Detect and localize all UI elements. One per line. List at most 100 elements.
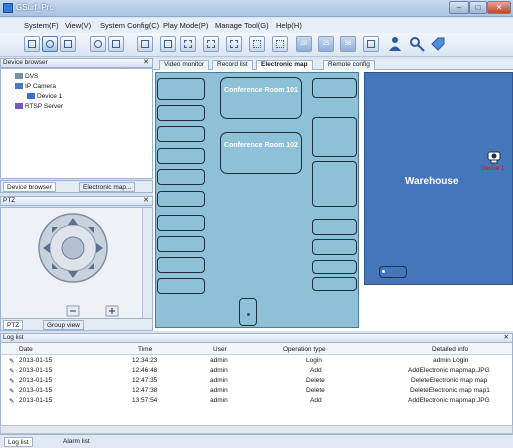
tab-label: Group view [47,322,80,329]
layout-9-icon[interactable] [249,36,265,52]
tab-group-view[interactable]: Group view [43,320,84,330]
camera-icon[interactable] [486,148,504,164]
tree-node-dvs[interactable]: DVS [15,73,38,80]
tree-node-rtsp-server[interactable]: RTSP Server [15,103,63,110]
log-list-title: Log list [3,334,24,341]
monitor-tool-icon[interactable] [363,36,379,52]
table-row[interactable]: ✎ 2013-01-15 13:57:54 admin Add AddElect… [1,397,512,407]
fullscreen-tool-icon[interactable] [137,36,153,52]
minimize-button[interactable]: – [449,1,469,14]
layout-8-icon[interactable] [226,36,242,52]
log-horizontal-scrollbar[interactable] [0,425,513,434]
search-icon[interactable] [409,36,425,52]
layout-20-button[interactable]: 20 [296,36,312,52]
room[interactable] [312,260,357,274]
window-title: GSurf_Pro [16,3,54,12]
cell-date: 2013-01-15 [19,397,53,404]
room[interactable] [157,78,205,100]
device-marker-icon[interactable] [382,270,385,273]
capture-tool-icon[interactable] [108,36,124,52]
device-marker-icon[interactable] [247,313,250,316]
layout-6-icon[interactable] [203,36,219,52]
cell-operation: Delete [306,377,325,384]
col-date[interactable]: Date [19,346,33,353]
tree-node-ip-camera[interactable]: IP Camera [15,83,56,90]
maximize-button[interactable]: □ [469,1,487,14]
menu-bar: System(F) View(V) System Config(C) Play … [0,18,513,33]
table-row[interactable]: ✎ 2013-01-15 12:47:35 admin Delete Delet… [1,377,512,387]
settings-tool-icon[interactable] [90,36,106,52]
conference-room-102[interactable]: Conference Room 102 [220,132,302,174]
room[interactable] [312,277,357,291]
cell-info: DeleteElectronic map map [411,377,488,384]
conference-room-101[interactable]: Conference Room 101 [220,77,302,119]
room[interactable] [239,298,257,326]
cell-time: 12:47:38 [132,387,158,394]
room[interactable] [312,161,357,207]
layout-4-icon[interactable] [180,36,196,52]
tree-node-device-1[interactable]: Device 1 [27,93,62,100]
tab-label: Video monitor [164,61,204,68]
col-operation-type[interactable]: Operation type [283,346,326,353]
room[interactable] [157,169,205,185]
menu-help[interactable]: Help(H) [276,21,302,30]
tab-ptz[interactable]: PTZ [3,320,24,330]
close-icon[interactable]: ✕ [143,59,149,67]
room[interactable] [157,148,205,164]
ptz-direction-pad[interactable] [1,208,142,318]
row-edit-icon: ✎ [9,388,15,395]
electronic-map[interactable]: Conference Room 101 Conference Room 102 … [153,70,513,331]
room[interactable] [157,257,205,273]
tag-icon[interactable] [430,36,446,52]
ptz-header: PTZ ✕ [0,196,153,206]
tab-electronic-map[interactable]: Electronic map... [79,182,136,192]
user-icon[interactable] [387,36,403,52]
room[interactable] [157,278,205,294]
menu-play-mode[interactable]: Play Mode(P) [163,21,208,30]
tab-log-list[interactable]: Log list [4,437,33,447]
col-user[interactable]: User [213,346,227,353]
room[interactable] [157,236,205,252]
cell-user: admin [210,387,228,394]
close-button[interactable]: ✕ [487,1,511,14]
tab-label: PTZ [7,322,20,329]
room[interactable] [157,105,205,121]
table-row[interactable]: ✎ 2013-01-15 12:47:38 admin Delete Delet… [1,387,512,397]
ptz-title: PTZ [3,197,16,204]
record-tool-icon[interactable] [42,36,58,52]
menu-manage-tool[interactable]: Manage Tool(G) [215,21,269,30]
device-browser-title: Device browser [3,59,48,66]
col-time[interactable]: Time [138,346,152,353]
tab-record-list[interactable]: Record list [212,60,253,70]
tab-video-monitor[interactable]: Video monitor [159,60,209,70]
table-row[interactable]: ✎ 2013-01-15 12:34:23 admin Login admin … [1,357,512,367]
warehouse[interactable]: Warehouse Device 1 [364,72,513,285]
tab-label: Record list [217,61,248,68]
col-detailed-info[interactable]: Detailed info [432,346,468,353]
room[interactable] [312,117,357,157]
room[interactable] [312,219,357,235]
tab-electronic-map[interactable]: Electronic map [256,60,313,70]
tab-alarm-list[interactable]: Alarm list [60,437,93,447]
menu-system-config[interactable]: System Config(C) [100,21,159,30]
room[interactable] [157,215,205,231]
menu-view[interactable]: View(V) [65,21,91,30]
playback-tool-icon[interactable] [60,36,76,52]
table-row[interactable]: ✎ 2013-01-15 12:46:48 admin Add AddElect… [1,367,512,377]
device-tree-tool-icon[interactable] [24,36,40,52]
menu-system[interactable]: System(F) [24,21,59,30]
close-icon[interactable]: ✕ [143,197,149,205]
tab-label: Log list [8,439,29,446]
tab-remote-config[interactable]: Remote config [323,60,375,70]
room[interactable] [157,191,205,207]
layout-1-icon[interactable] [160,36,176,52]
layout-36-button[interactable]: 36 [340,36,356,52]
room[interactable] [157,126,205,142]
close-icon[interactable]: ✕ [504,334,509,342]
room[interactable] [312,239,357,255]
ptz-scrollbar[interactable] [142,208,152,318]
tab-device-browser[interactable]: Device browser [3,182,56,192]
room[interactable] [312,78,357,98]
layout-16-icon[interactable] [272,36,288,52]
layout-25-button[interactable]: 25 [318,36,334,52]
